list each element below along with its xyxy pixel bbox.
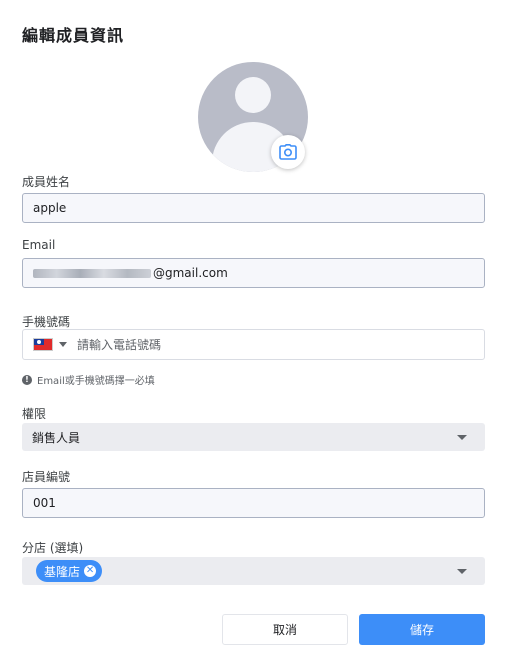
country-code-selector[interactable] <box>33 338 67 351</box>
branch-select[interactable]: 基隆店 ✕ <box>22 557 485 585</box>
dropdown-arrow-icon <box>457 435 467 440</box>
role-value: 銷售人員 <box>32 430 81 445</box>
role-label: 權限 <box>22 407 47 421</box>
info-icon: ! <box>22 374 32 385</box>
email-label: Email <box>22 238 56 252</box>
taiwan-flag-icon <box>33 338 53 351</box>
branch-label: 分店 (選填) <box>22 541 84 555</box>
dropdown-arrow-icon <box>457 569 467 574</box>
name-label: 成員姓名 <box>22 175 71 189</box>
phone-placeholder: 請輸入電話號碼 <box>77 338 162 352</box>
redacted-email-text <box>33 268 151 278</box>
phone-input[interactable]: 請輸入電話號碼 <box>22 329 485 360</box>
branch-chip: 基隆店 ✕ <box>36 560 103 582</box>
phone-label: 手機號碼 <box>22 315 71 329</box>
avatar-section <box>198 62 308 172</box>
upload-photo-button[interactable] <box>271 135 305 169</box>
save-button[interactable]: 儲存 <box>359 614 485 645</box>
store-number-input[interactable]: 001 <box>22 488 485 518</box>
dialog-title: 編輯成員資訊 <box>22 26 125 45</box>
camera-icon <box>279 144 297 160</box>
cancel-button[interactable]: 取消 <box>222 614 348 645</box>
email-input[interactable]: @gmail.com <box>22 258 485 288</box>
role-select[interactable]: 銷售人員 <box>22 423 485 451</box>
remove-chip-icon[interactable]: ✕ <box>84 565 97 577</box>
contact-hint-text: Email或手機號碼擇一必填 <box>37 376 155 387</box>
store-number-label: 店員編號 <box>22 470 71 484</box>
contact-hint: ! Email或手機號碼擇一必填 <box>22 372 155 387</box>
name-value: apple <box>33 201 67 215</box>
email-value-suffix: @gmail.com <box>153 266 228 280</box>
store-number-value: 001 <box>33 496 56 510</box>
branch-chip-label: 基隆店 <box>44 564 81 579</box>
name-input[interactable]: apple <box>22 193 485 223</box>
chevron-down-icon <box>59 342 67 347</box>
